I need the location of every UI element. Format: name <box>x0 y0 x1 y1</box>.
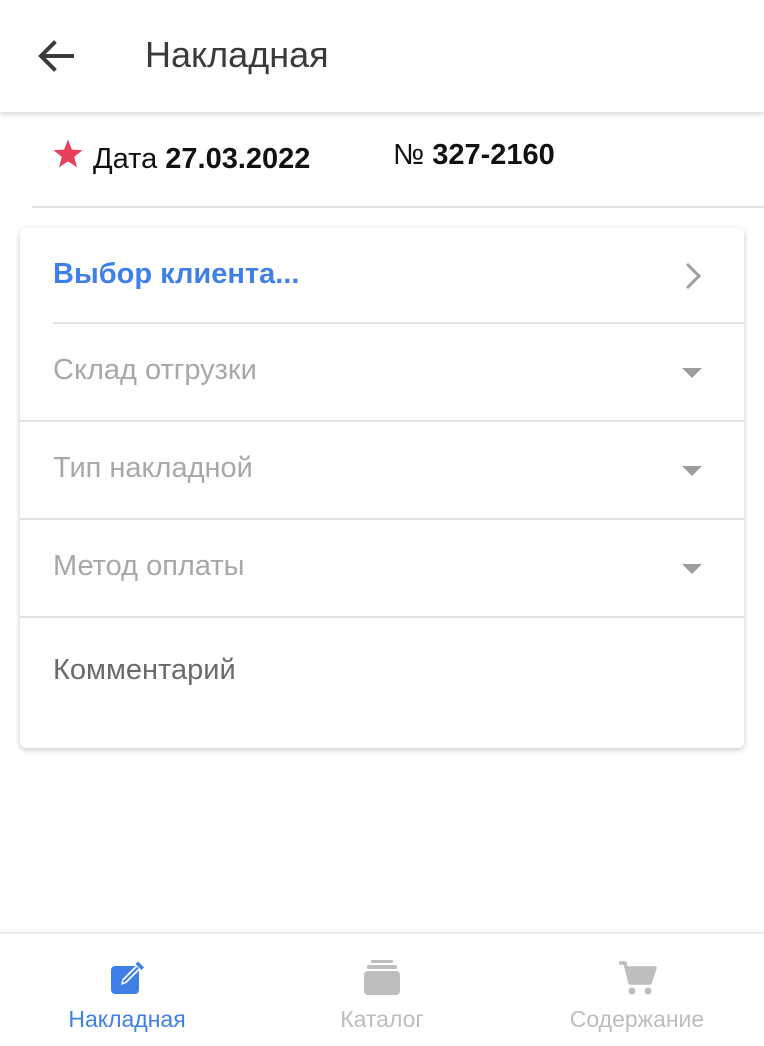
nav-item-invoice[interactable]: Накладная <box>0 934 254 1046</box>
date-value: 27.03.2022 <box>165 143 311 175</box>
layers-icon <box>364 960 400 995</box>
document-date[interactable]: Дата 27.03.2022 <box>93 138 310 180</box>
number-value: 327-2160 <box>432 139 555 171</box>
arrow-left-icon <box>38 40 74 72</box>
app-root: Накладная Дата 27.03.2022 № 327-2160 Выб… <box>0 0 764 1046</box>
client-select-label: Выбор клиента... <box>53 258 300 290</box>
comment-input[interactable]: Комментарий <box>20 618 744 748</box>
invoice-type-select[interactable]: Тип накладной <box>20 422 744 520</box>
page-title: Накладная <box>145 34 329 75</box>
caret-down-icon <box>682 564 702 574</box>
edit-icon <box>111 961 144 994</box>
caret-down-icon <box>682 368 702 378</box>
top-app-bar: Накладная <box>0 0 764 112</box>
caret-down-icon <box>682 466 702 476</box>
star-icon <box>53 139 83 168</box>
invoice-type-select-label: Тип накладной <box>53 452 253 484</box>
client-select-row[interactable]: Выбор клиента... <box>20 228 744 324</box>
chevron-right-icon <box>685 262 702 290</box>
comment-label: Комментарий <box>53 654 236 686</box>
number-label: № <box>393 139 425 171</box>
nav-item-contents[interactable]: Содержание <box>510 934 764 1046</box>
nav-item-invoice-label: Накладная <box>68 1006 186 1032</box>
back-button[interactable] <box>28 28 84 84</box>
payment-method-select[interactable]: Метод оплаты <box>20 520 744 618</box>
bottom-navigation: Накладная Каталог Содержание <box>0 932 764 1046</box>
document-number: № 327-2160 <box>393 134 555 176</box>
warehouse-select-label: Склад отгрузки <box>53 354 257 386</box>
nav-item-catalog[interactable]: Каталог <box>255 934 509 1046</box>
warehouse-select[interactable]: Склад отгрузки <box>20 324 744 422</box>
nav-item-contents-label: Содержание <box>569 1006 705 1032</box>
payment-method-select-label: Метод оплаты <box>53 550 245 582</box>
date-label: Дата <box>93 143 158 175</box>
cart-icon <box>619 961 657 995</box>
nav-item-catalog-label: Каталог <box>340 1006 424 1032</box>
invoice-form-card: Выбор клиента... Склад отгрузки Тип накл… <box>20 228 744 748</box>
document-info-row: Дата 27.03.2022 № 327-2160 <box>32 118 764 208</box>
